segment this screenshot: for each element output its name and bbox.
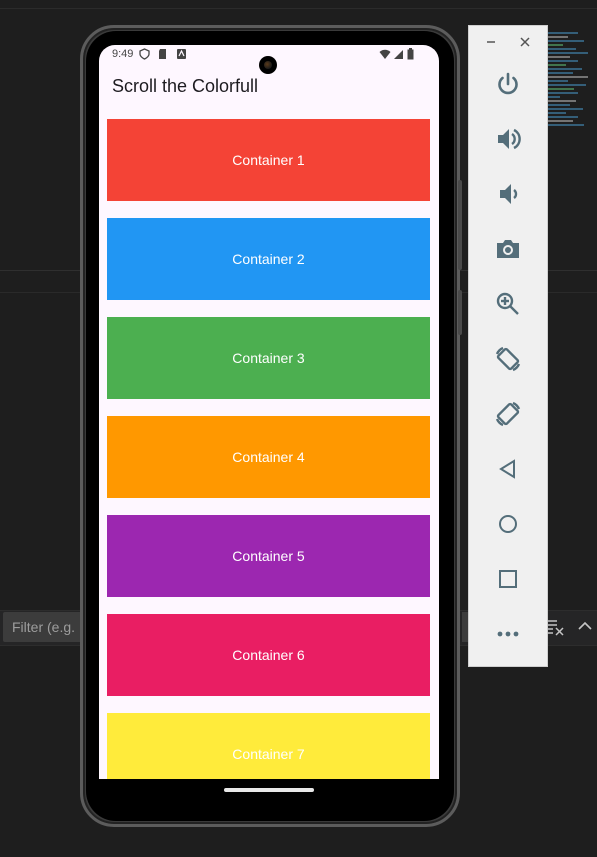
app-bar-title: Scroll the Colorfull (112, 76, 259, 96)
shield-icon (139, 48, 150, 60)
color-container-list[interactable]: Container 1 Container 2 Container 3 Contain… (107, 119, 430, 779)
color-container[interactable]: Container 6 (107, 614, 430, 696)
home-gesture-pill[interactable] (224, 788, 314, 792)
status-time: 9:49 (112, 48, 134, 60)
volume-down-icon[interactable] (488, 174, 528, 214)
ide-divider (0, 8, 597, 9)
battery-icon (407, 48, 414, 60)
more-icon[interactable] (488, 614, 528, 654)
home-icon[interactable] (488, 504, 528, 544)
rotate-left-icon[interactable] (488, 339, 528, 379)
zoom-icon[interactable] (488, 284, 528, 324)
container-label: Container 1 (232, 152, 305, 168)
container-label: Container 6 (232, 647, 305, 663)
wifi-icon (379, 49, 391, 59)
ide-code-minimap (548, 30, 597, 170)
camera-icon[interactable] (488, 229, 528, 269)
color-container[interactable]: Container 1 (107, 119, 430, 201)
container-label: Container 3 (232, 350, 305, 366)
color-container[interactable]: Container 5 (107, 515, 430, 597)
notification-icon (177, 49, 186, 59)
container-label: Container 2 (232, 251, 305, 267)
power-icon[interactable] (488, 64, 528, 104)
container-label: Container 4 (232, 449, 305, 465)
color-container[interactable]: Container 2 (107, 218, 430, 300)
close-icon[interactable] (517, 34, 533, 50)
sd-card-icon (159, 49, 166, 59)
minimize-icon[interactable] (483, 34, 499, 50)
phone-screen: 9:49 Scroll the Colorfull Container 1 Con… (99, 45, 439, 779)
gesture-nav-bar (99, 779, 439, 805)
rotate-right-icon[interactable] (488, 394, 528, 434)
color-container[interactable]: Container 4 (107, 416, 430, 498)
overview-icon[interactable] (488, 559, 528, 599)
color-container[interactable]: Container 3 (107, 317, 430, 399)
signal-icon (394, 50, 403, 59)
color-container[interactable]: Container 7 (107, 713, 430, 779)
front-camera (259, 56, 277, 74)
emulator-toolbar (468, 25, 548, 667)
volume-up-icon[interactable] (488, 119, 528, 159)
phone-side-button (458, 290, 462, 335)
phone-side-button (458, 180, 462, 270)
chevron-up-icon[interactable] (576, 617, 594, 635)
container-label: Container 7 (232, 746, 305, 762)
container-label: Container 5 (232, 548, 305, 564)
back-icon[interactable] (488, 449, 528, 489)
